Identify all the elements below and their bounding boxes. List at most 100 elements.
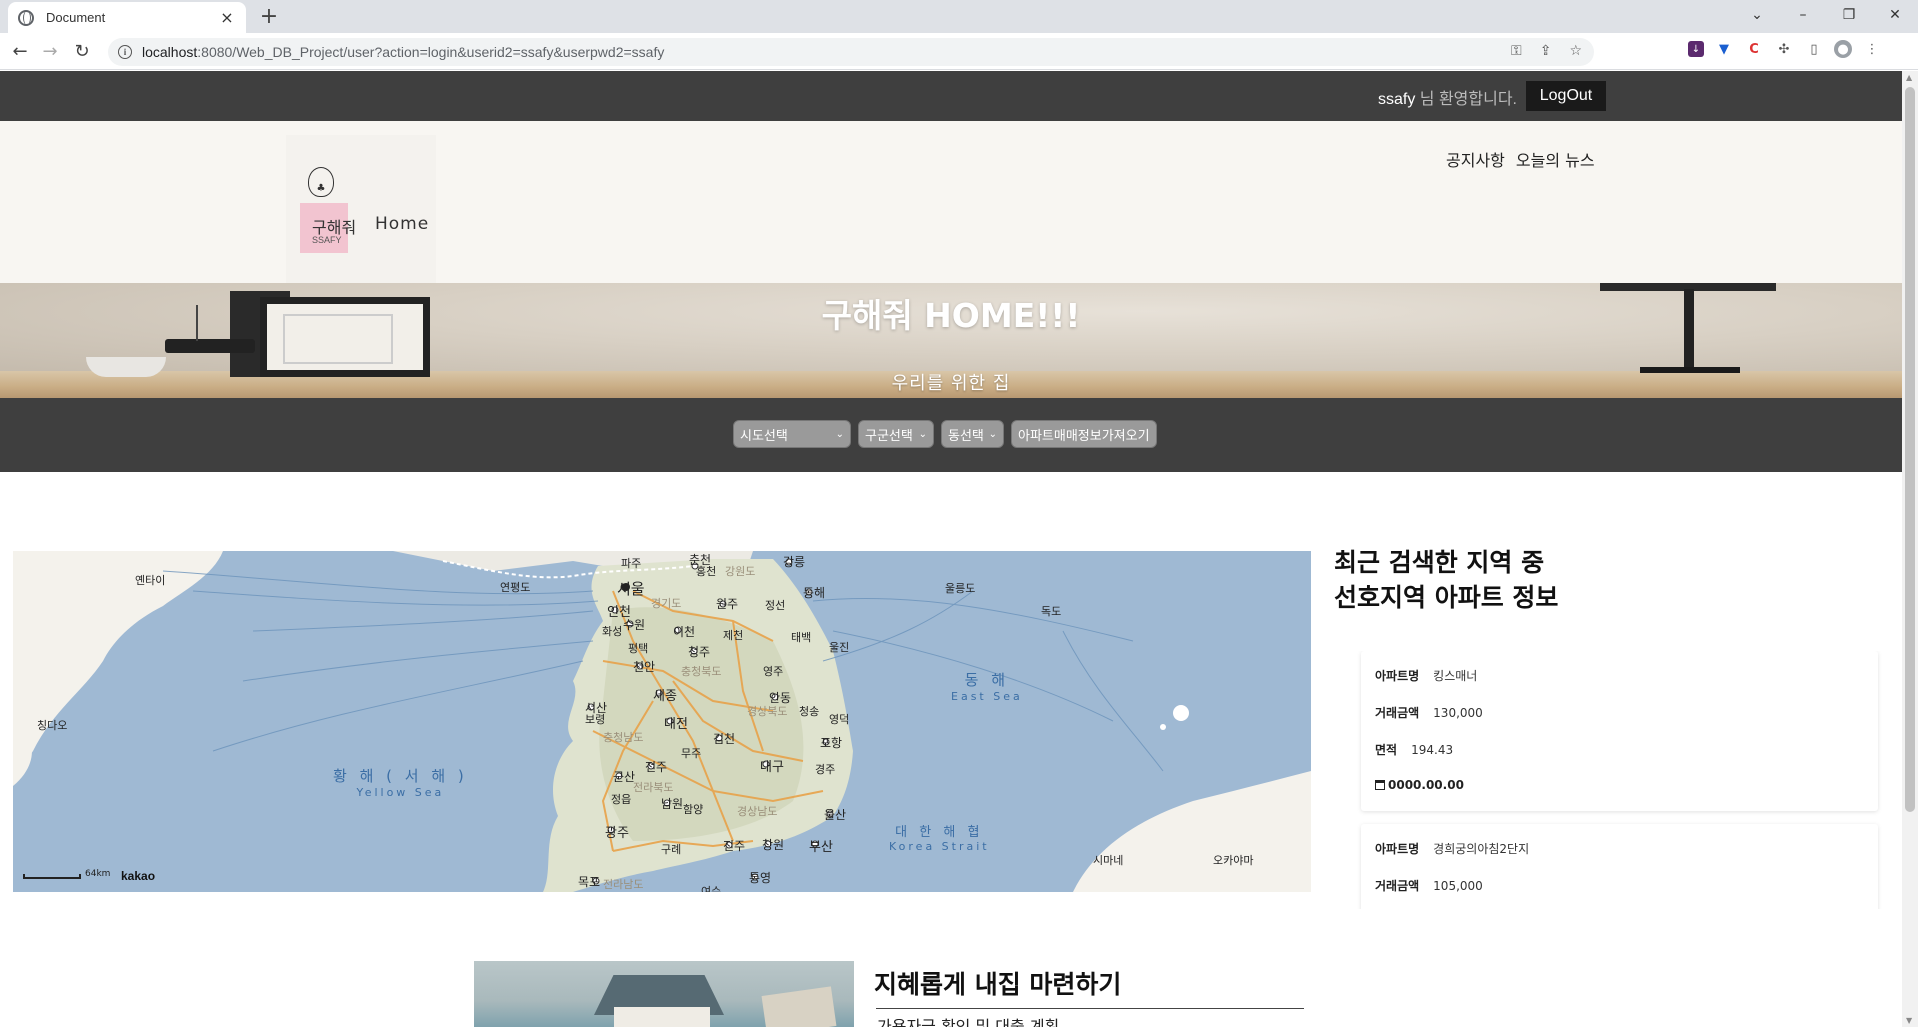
map-region: 경상남도 — [737, 805, 778, 818]
site-header: ♣ 구해줘 SSAFY Home 공지사항 오늘의 뉴스 — [0, 121, 1902, 285]
forward-button[interactable]: → — [38, 39, 62, 63]
recent-apt-list: 아파트명 킹스매너 거래금액 130,000 면적 194.43 0000.00.00… — [1348, 651, 1882, 909]
kakao-logo[interactable]: kakao — [121, 869, 155, 883]
map-city: 제천 — [723, 629, 744, 642]
map-city: 창원 — [762, 838, 785, 852]
map-place: 시마네 — [1093, 854, 1124, 867]
page-scrollbar[interactable]: ▲ ▼ — [1902, 71, 1918, 1027]
share-icon[interactable]: ⇪ — [1540, 43, 1552, 59]
close-window-button[interactable]: ✕ — [1872, 0, 1918, 30]
tab-strip: Document × + ⌄ – ❐ ✕ — [0, 0, 1918, 33]
section-title: 지혜롭게 내집 마련하기 — [874, 970, 1122, 999]
logout-button[interactable]: LogOut — [1526, 81, 1606, 111]
recent-panel-title: 최근 검색한 지역 중 선호지역 아파트 정보 — [1334, 548, 1559, 612]
map-city: 통영 — [749, 871, 772, 885]
map-city: 울산 — [824, 808, 847, 822]
map-sea-yellow: 황 해 ( 서 해 ) Yellow Sea — [333, 767, 468, 799]
map-city: 구례 — [661, 843, 682, 856]
scroll-up-arrow[interactable]: ▲ — [1906, 73, 1912, 82]
kakao-map[interactable]: 서울 인천 수원 원주 강릉 춘천 동해 천안 세종 대전 청주 안동 포항 김… — [13, 551, 1311, 892]
map-city: 대전 — [664, 717, 688, 732]
dong-select[interactable]: 동선택 ⌄ — [941, 420, 1004, 448]
map-city: 영주 — [763, 665, 784, 678]
map-city: 서울 — [617, 580, 645, 598]
site-logo[interactable]: ♣ 구해줘 SSAFY Home — [286, 135, 436, 285]
map-city: 여수 — [701, 885, 722, 892]
map-city: 천안 — [633, 660, 656, 674]
map-city: 포항 — [820, 736, 843, 750]
browser-tab[interactable]: Document × — [8, 2, 246, 33]
apt-price-row: 거래금액 130,000 — [1375, 705, 1483, 721]
apt-date-row: 0000.00.00 — [1375, 778, 1464, 792]
site-info-icon[interactable]: i — [118, 45, 132, 59]
banner-tray — [165, 339, 255, 353]
map-city: 대구 — [760, 760, 784, 775]
page: ssafy 님 환영합니다. LogOut ♣ 구해줘 SSAFY Home 공… — [0, 71, 1902, 1027]
apt-card[interactable]: 아파트명 경희궁의아침2단지 거래금액 105,000 — [1361, 824, 1878, 909]
map-city: 진주 — [723, 839, 746, 853]
browser-chrome: Document × + ⌄ – ❐ ✕ ← → ↻ i localhost:8… — [0, 0, 1918, 70]
map-city: 평택 — [628, 642, 649, 655]
nav-news[interactable]: 오늘의 뉴스 — [1516, 147, 1595, 171]
address-bar[interactable]: i localhost:8080/Web_DB_Project/user?act… — [108, 38, 1594, 66]
back-button[interactable]: ← — [8, 39, 32, 63]
map-region: 충청남도 — [603, 731, 644, 744]
top-user-bar: ssafy 님 환영합니다. LogOut — [0, 71, 1902, 121]
map-place: 연평도 — [500, 581, 531, 594]
close-tab-icon[interactable]: × — [218, 8, 236, 27]
minimize-button[interactable]: – — [1780, 0, 1826, 30]
map-city: 수원 — [623, 618, 646, 632]
section-divider — [876, 1008, 1304, 1009]
map-city: 동해 — [803, 586, 826, 600]
gugun-select[interactable]: 구군선택 ⌄ — [858, 420, 934, 448]
filter-group: 시도선택 ⌄ 구군선택 ⌄ 동선택 ⌄ 아파트매매정보가져오기 — [733, 420, 1157, 448]
nav-notice[interactable]: 공지사항 — [1446, 147, 1505, 171]
reload-button[interactable]: ↻ — [70, 39, 94, 63]
map-city: 파주 — [621, 557, 642, 570]
map-city: 정선 — [765, 599, 786, 612]
key-icon[interactable]: ⚿ — [1511, 43, 1522, 59]
welcome-message: ssafy 님 환영합니다. — [1378, 91, 1517, 108]
scroll-thumb[interactable] — [1905, 87, 1915, 812]
map-city: 이천 — [673, 625, 696, 639]
restore-button[interactable]: ❐ — [1826, 0, 1872, 30]
side-panel-icon[interactable]: ▯ — [1804, 39, 1824, 59]
puzzle-icon[interactable]: ✣ — [1774, 39, 1794, 59]
kebab-menu-icon[interactable]: ⋮ — [1862, 39, 1882, 59]
bookmark-star-icon[interactable]: ☆ — [1569, 43, 1582, 59]
apt-name-row: 아파트명 킹스매너 — [1375, 669, 1478, 683]
scroll-down-arrow[interactable]: ▼ — [1906, 1016, 1912, 1025]
address-bar-actions: ⚿ ⇪ ☆ — [1511, 43, 1582, 59]
map-place: 독도 — [1041, 605, 1062, 618]
fetch-apt-button[interactable]: 아파트매매정보가져오기 — [1011, 420, 1157, 448]
map-place: 옌타이 — [135, 574, 166, 587]
chevron-down-icon: ⌄ — [988, 428, 997, 440]
extensions-area: ↓ ▼ C ✣ ▯ ● ⋮ — [1688, 39, 1882, 59]
apt-name-row: 아파트명 경희궁의아침2단지 — [1375, 842, 1530, 856]
logo-ssafy: SSAFY — [312, 235, 342, 245]
extension-v-icon[interactable]: ▼ — [1714, 39, 1734, 59]
globe-icon — [18, 9, 34, 26]
chevron-down-icon: ⌄ — [835, 428, 844, 440]
hero-title: 구해줘 HOME!!! — [821, 296, 1081, 335]
map-city: 목포 — [578, 875, 601, 889]
map-place: 칭다오 — [37, 719, 68, 732]
tab-search-icon[interactable]: ⌄ — [1734, 0, 1780, 30]
map-region: 경상북도 — [747, 705, 788, 718]
apt-card[interactable]: 아파트명 킹스매너 거래금액 130,000 면적 194.43 0000.00.00 — [1361, 651, 1878, 811]
map-city: 홍천 — [696, 565, 717, 578]
map-city: 함양 — [683, 803, 704, 816]
map-city: 청주 — [688, 645, 711, 659]
tab-title: Document — [46, 10, 106, 25]
new-tab-button[interactable]: + — [256, 4, 282, 29]
map-city: 군산 — [613, 770, 636, 784]
extension-download-icon[interactable]: ↓ — [1688, 41, 1704, 57]
map-place: 오카야마 — [1213, 854, 1254, 867]
map-city: 강릉 — [783, 555, 806, 569]
profile-avatar-icon[interactable]: ● — [1834, 40, 1852, 58]
sido-select[interactable]: 시도선택 ⌄ — [733, 420, 851, 448]
home-link[interactable]: Home — [375, 214, 429, 234]
extension-c-icon[interactable]: C — [1744, 39, 1764, 59]
chevron-down-icon: ⌄ — [918, 428, 927, 440]
house-image — [474, 961, 854, 1027]
